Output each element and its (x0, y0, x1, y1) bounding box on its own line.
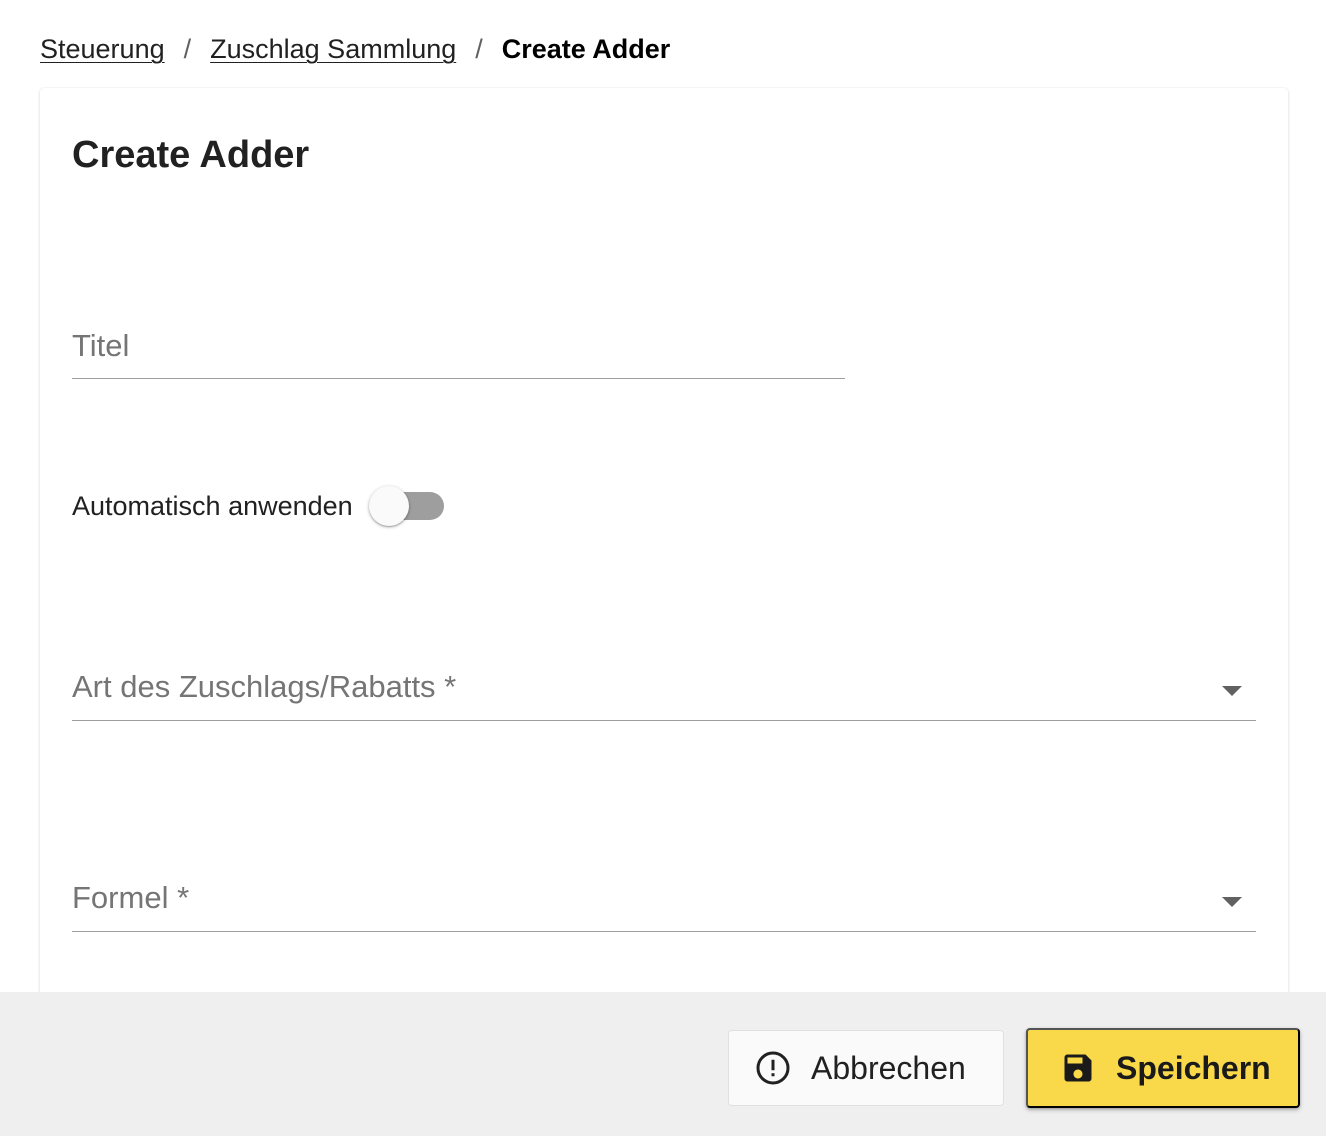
breadcrumb: Steuerung / Zuschlag Sammlung / Create A… (40, 30, 670, 68)
switch-thumb[interactable] (368, 486, 409, 526)
auto-apply-switch[interactable] (368, 486, 445, 526)
formula-select[interactable]: Formel * (72, 866, 1256, 932)
floppy-disk-icon (1060, 1050, 1096, 1086)
breadcrumb-link-zuschlag-sammlung[interactable]: Zuschlag Sammlung (210, 30, 456, 68)
page: Steuerung / Zuschlag Sammlung / Create A… (0, 0, 1326, 1136)
cancel-button[interactable]: Abbrechen (728, 1030, 1004, 1106)
adder-type-label: Art des Zuschlags/Rabatts * (72, 669, 457, 704)
save-button-label: Speichern (1116, 1049, 1271, 1086)
breadcrumb-link-steuerung[interactable]: Steuerung (40, 30, 165, 68)
title-input[interactable] (72, 316, 849, 380)
form-card: Create Adder Titel Automatisch anwenden … (40, 88, 1288, 1136)
caret-down-icon (1222, 897, 1242, 907)
title-field[interactable]: Titel (72, 316, 849, 380)
formula-label: Formel * (72, 880, 190, 915)
breadcrumb-separator: / (183, 34, 192, 64)
caret-down-icon (1222, 686, 1242, 696)
save-button[interactable]: Speichern (1026, 1028, 1300, 1108)
cancel-button-label: Abbrechen (811, 1049, 966, 1086)
auto-apply-row: Automatisch anwenden (72, 486, 445, 526)
auto-apply-label: Automatisch anwenden (72, 491, 353, 521)
action-bar: Abbrechen Speichern (0, 992, 1326, 1136)
adder-type-select[interactable]: Art des Zuschlags/Rabatts * (72, 656, 1256, 721)
breadcrumb-current: Create Adder (501, 34, 671, 64)
page-title: Create Adder (72, 134, 310, 176)
alert-circle-outline-icon (755, 1050, 791, 1086)
breadcrumb-separator: / (475, 34, 483, 64)
